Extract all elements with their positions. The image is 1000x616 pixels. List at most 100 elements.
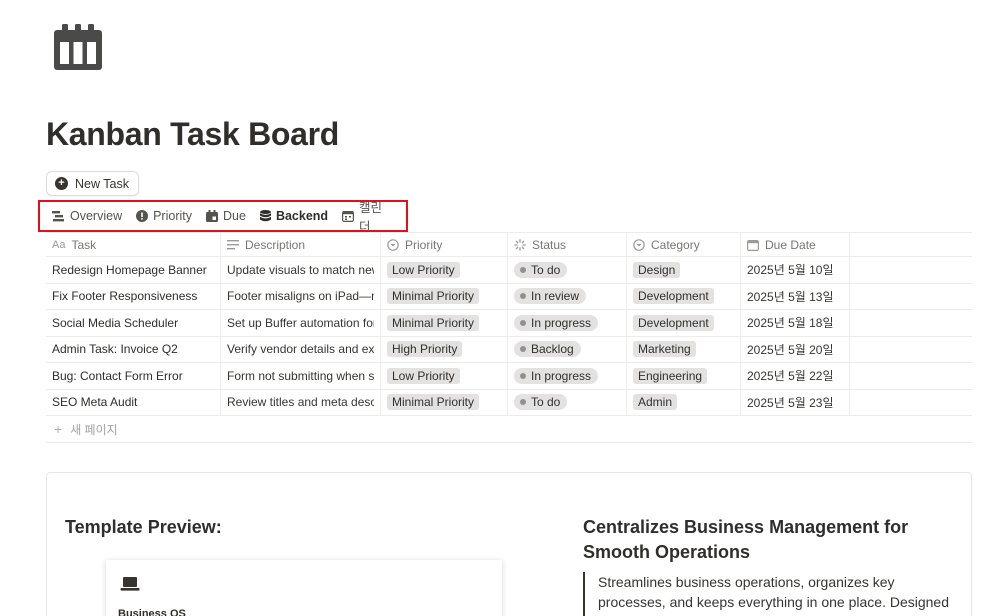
- priority-cell[interactable]: High Priority: [381, 336, 508, 362]
- alert-icon: [136, 210, 149, 222]
- page-title: Kanban Task Board: [46, 116, 340, 152]
- priority-cell[interactable]: Minimal Priority: [381, 283, 508, 309]
- status-cell[interactable]: In review: [508, 283, 627, 309]
- header-due-date[interactable]: Due Date: [741, 233, 850, 256]
- description-text: Form not submitting when spe: [227, 368, 374, 383]
- header-task[interactable]: Aa Task: [46, 233, 221, 256]
- category-tag: Engineering: [633, 367, 708, 384]
- task-cell[interactable]: Admin Task: Invoice Q2: [46, 336, 221, 362]
- tab-priority[interactable]: Priority: [136, 202, 192, 230]
- status-cell[interactable]: To do: [508, 389, 627, 415]
- tab-label: Overview: [70, 209, 123, 223]
- category-cell[interactable]: Development: [627, 310, 741, 336]
- due-date-cell[interactable]: 2025년 5월 18일: [741, 310, 850, 336]
- task-cell[interactable]: Redesign Homepage Banner: [46, 257, 221, 283]
- priority-cell[interactable]: Low Priority: [381, 363, 508, 389]
- task-cell[interactable]: Fix Footer Responsiveness: [46, 283, 221, 309]
- priority-cell[interactable]: Minimal Priority: [381, 310, 508, 336]
- header-description[interactable]: Description: [221, 233, 381, 256]
- table-row[interactable]: Fix Footer Responsiveness Footer misalig…: [46, 283, 972, 310]
- header-label: Task: [71, 237, 97, 252]
- empty-cell: [850, 257, 972, 283]
- due-date-text: 2025년 5월 23일: [747, 395, 834, 410]
- calendar-icon[interactable]: [52, 24, 104, 72]
- description-cell[interactable]: Footer misaligns on iPad—nee: [221, 283, 381, 309]
- laptop-icon: [120, 577, 140, 591]
- priority-cell[interactable]: Low Priority: [381, 257, 508, 283]
- table-row[interactable]: SEO Meta Audit Review titles and meta de…: [46, 389, 972, 416]
- due-date-text: 2025년 5월 13일: [747, 289, 834, 304]
- header-category[interactable]: Category: [627, 233, 741, 256]
- header-label: Description: [245, 237, 306, 252]
- table-header: Aa Task Description Priority Status Cate…: [46, 232, 972, 257]
- tab-overview[interactable]: Overview: [52, 202, 122, 230]
- new-task-button[interactable]: + New Task: [46, 171, 139, 196]
- status-dot-icon: [520, 372, 526, 379]
- due-date-cell[interactable]: 2025년 5월 22일: [741, 363, 850, 389]
- description-cell[interactable]: Form not submitting when spe: [221, 363, 381, 389]
- table-row[interactable]: Redesign Homepage Banner Update visuals …: [46, 257, 972, 284]
- task-cell[interactable]: Bug: Contact Form Error: [46, 363, 221, 389]
- due-date-cell[interactable]: 2025년 5월 10일: [741, 257, 850, 283]
- category-cell[interactable]: Engineering: [627, 363, 741, 389]
- due-date-cell[interactable]: 2025년 5월 13일: [741, 283, 850, 309]
- status-badge: In progress: [514, 314, 599, 331]
- tab-label: Due: [223, 209, 246, 223]
- select-icon: [387, 238, 399, 251]
- category-cell[interactable]: Marketing: [627, 336, 741, 362]
- category-cell[interactable]: Design: [627, 257, 741, 283]
- status-loader-icon: [514, 238, 526, 251]
- due-date-text: 2025년 5월 18일: [747, 316, 834, 331]
- status-dot-icon: [520, 293, 526, 300]
- category-cell[interactable]: Admin: [627, 389, 741, 415]
- priority-cell[interactable]: Minimal Priority: [381, 389, 508, 415]
- priority-tag: Minimal Priority: [387, 288, 480, 305]
- status-cell[interactable]: Backlog: [508, 336, 627, 362]
- due-date-cell[interactable]: 2025년 5월 23일: [741, 389, 850, 415]
- task-name[interactable]: Fix Footer Responsiveness: [52, 289, 197, 303]
- task-name[interactable]: Redesign Homepage Banner: [52, 263, 207, 277]
- due-date-text: 2025년 5월 20일: [747, 342, 834, 357]
- due-date-text: 2025년 5월 10일: [747, 263, 834, 278]
- task-cell[interactable]: Social Media Scheduler: [46, 310, 221, 336]
- status-label: In progress: [531, 315, 592, 330]
- preview-mini-card[interactable]: Business OS: [106, 560, 502, 616]
- header-priority[interactable]: Priority: [381, 233, 508, 256]
- new-task-label: New Task: [75, 176, 129, 191]
- tab-calendar[interactable]: 캘린더: [342, 201, 392, 234]
- status-dot-icon: [520, 346, 526, 353]
- status-badge: In progress: [514, 367, 599, 384]
- table-row[interactable]: Bug: Contact Form Error Form not submitt…: [46, 363, 972, 390]
- description-text: Update visuals to match new: [227, 262, 374, 277]
- description-cell[interactable]: Set up Buffer automation for I: [221, 310, 381, 336]
- due-date-cell[interactable]: 2025년 5월 20일: [741, 336, 850, 362]
- status-badge: To do: [514, 261, 568, 278]
- description-cell[interactable]: Review titles and meta descri: [221, 389, 381, 415]
- tab-due[interactable]: Due: [206, 202, 246, 230]
- task-name[interactable]: Social Media Scheduler: [52, 316, 178, 330]
- empty-cell: [850, 284, 972, 310]
- table-row[interactable]: Admin Task: Invoice Q2 Verify vendor det…: [46, 336, 972, 363]
- task-name[interactable]: Admin Task: Invoice Q2: [52, 342, 178, 356]
- status-cell[interactable]: In progress: [508, 310, 627, 336]
- description-cell[interactable]: Update visuals to match new: [221, 257, 381, 283]
- task-table: Aa Task Description Priority Status Cate…: [46, 232, 972, 443]
- status-cell[interactable]: To do: [508, 257, 627, 283]
- header-label: Category: [651, 237, 700, 252]
- table-row[interactable]: Social Media Scheduler Set up Buffer aut…: [46, 310, 972, 337]
- tab-backend[interactable]: Backend: [259, 202, 328, 230]
- empty-cell: [850, 337, 972, 363]
- status-cell[interactable]: In progress: [508, 363, 627, 389]
- description-text: Set up Buffer automation for I: [227, 315, 374, 330]
- mini-card-label: Business OS: [118, 608, 186, 616]
- tab-label: Priority: [153, 209, 192, 223]
- task-name[interactable]: SEO Meta Audit: [52, 395, 137, 409]
- status-label: In review: [531, 289, 580, 304]
- new-page-button[interactable]: + 새 페이지: [46, 416, 972, 443]
- description-cell[interactable]: Verify vendor details and expo: [221, 336, 381, 362]
- task-cell[interactable]: SEO Meta Audit: [46, 389, 221, 415]
- empty-cell: [850, 390, 972, 416]
- task-name[interactable]: Bug: Contact Form Error: [52, 369, 183, 383]
- header-status[interactable]: Status: [508, 233, 627, 256]
- category-cell[interactable]: Development: [627, 283, 741, 309]
